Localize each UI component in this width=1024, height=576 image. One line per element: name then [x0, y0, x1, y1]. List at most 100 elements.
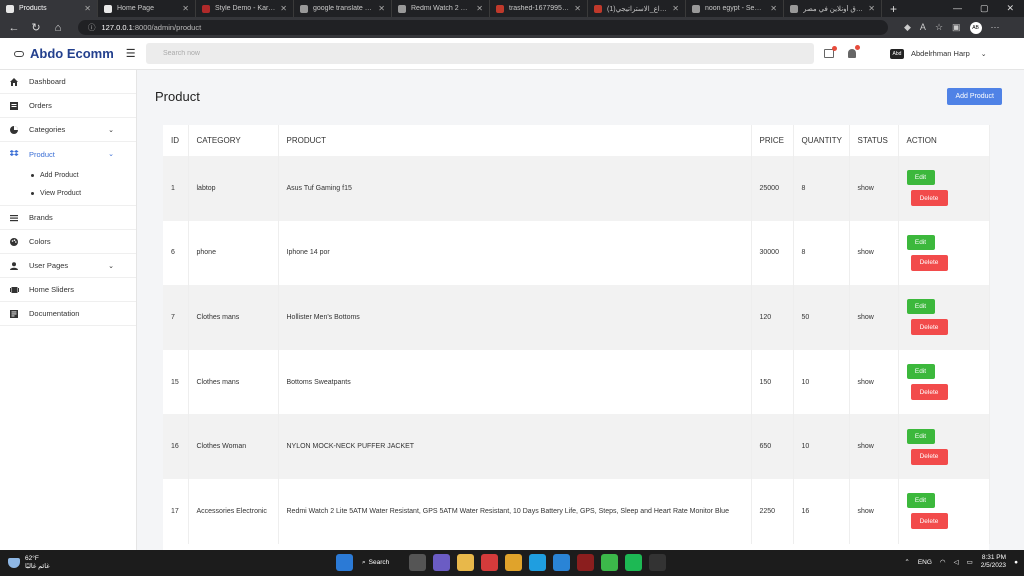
date: 2/5/2023: [980, 562, 1007, 569]
whatsapp-icon[interactable]: [601, 554, 618, 571]
bell-icon[interactable]: [848, 45, 860, 58]
file-explorer-icon[interactable]: [457, 554, 474, 571]
user-menu[interactable]: Abd Abdelrhman Harp ⌄: [890, 48, 987, 59]
spotify-icon[interactable]: [625, 554, 642, 571]
minimize-icon[interactable]: —: [953, 3, 962, 14]
extension-icon[interactable]: ◆: [904, 22, 911, 34]
notifications-icon[interactable]: ●: [1014, 559, 1018, 566]
sidebar-item-documentation[interactable]: Documentation: [0, 302, 136, 326]
browser-tab[interactable]: الخداع_الاستراتيجي(1).pdf ✕: [588, 0, 686, 17]
header-price[interactable]: PRICE: [751, 125, 794, 156]
delete-button[interactable]: Delete: [910, 513, 948, 530]
vscode-icon[interactable]: [553, 554, 570, 571]
sidebar-item-product[interactable]: Product ⌄: [0, 142, 136, 166]
weather-widget[interactable]: 62°F غائم غالبًا: [0, 555, 50, 571]
profile-icon[interactable]: AB: [969, 21, 982, 34]
close-tab-icon[interactable]: ✕: [672, 4, 679, 13]
browser-tab[interactable]: google translate - Search ✕: [294, 0, 392, 17]
terminal-icon[interactable]: [649, 554, 666, 571]
cell-price: 2250: [751, 478, 794, 544]
new-tab-icon[interactable]: +: [882, 2, 905, 16]
delete-button[interactable]: Delete: [910, 384, 948, 401]
sidebar-subitem-add-product[interactable]: Add Product: [0, 166, 136, 184]
menu-icon[interactable]: ⋯: [991, 22, 1000, 34]
browser-tab[interactable]: trashed-1677995930- ✕: [490, 0, 588, 17]
browser-tab[interactable]: Redmi Watch 2 Lite 5A ✕: [392, 0, 490, 17]
edit-button[interactable]: Edit: [906, 170, 935, 186]
sidebar-item-orders[interactable]: Orders: [0, 94, 136, 118]
home-icon[interactable]: ⌂: [52, 22, 64, 34]
windows-start-icon[interactable]: [336, 554, 353, 571]
edit-button[interactable]: Edit: [906, 299, 935, 315]
browser-tab[interactable]: noon egypt - Search ✕: [686, 0, 784, 17]
collections-icon[interactable]: ▣: [952, 22, 961, 34]
delete-button[interactable]: Delete: [910, 319, 948, 336]
close-tab-icon[interactable]: ✕: [476, 4, 483, 13]
header-quantity[interactable]: QUANTITY: [793, 125, 850, 156]
header-id[interactable]: ID: [163, 125, 189, 156]
language[interactable]: ENG: [918, 559, 932, 566]
browser-tab[interactable]: Products ✕: [0, 0, 98, 17]
favorite-icon[interactable]: ☆: [935, 22, 943, 34]
taskbar-search[interactable]: ⌕ Search: [360, 554, 402, 571]
edit-button[interactable]: Edit: [906, 234, 935, 250]
delete-button[interactable]: Delete: [910, 448, 948, 465]
chrome-icon[interactable]: [505, 554, 522, 571]
browser-tab[interactable]: Home Page ✕: [98, 0, 196, 17]
edit-button[interactable]: Edit: [906, 493, 935, 509]
url-input[interactable]: ⓘ 127.0.0.1:8000/admin/product: [78, 20, 888, 35]
app-icon-2[interactable]: [577, 554, 594, 571]
reload-icon[interactable]: ↻: [30, 21, 42, 34]
wifi-icon[interactable]: ◠: [940, 558, 946, 566]
cell-status: show: [849, 156, 899, 221]
close-tab-icon[interactable]: ✕: [770, 4, 777, 13]
tab-title: Redmi Watch 2 Lite 5A: [411, 5, 472, 12]
sidebar-item-categories[interactable]: Categories ⌄: [0, 118, 136, 142]
chevron-up-icon[interactable]: ⌃: [904, 558, 909, 566]
cell-product: Hollister Men's Bottoms: [278, 285, 752, 350]
back-icon[interactable]: ←: [8, 22, 20, 34]
header-status[interactable]: STATUS: [849, 125, 899, 156]
messages-icon[interactable]: [824, 46, 837, 58]
close-window-icon[interactable]: ✕: [1006, 3, 1014, 14]
close-tab-icon[interactable]: ✕: [182, 4, 189, 13]
sidebar-item-user-pages[interactable]: User Pages ⌄: [0, 254, 136, 278]
sidebar-item-brands[interactable]: Brands: [0, 206, 136, 230]
close-tab-icon[interactable]: ✕: [280, 4, 287, 13]
close-tab-icon[interactable]: ✕: [84, 4, 91, 13]
pie-chart-icon: [10, 125, 18, 134]
translate-icon[interactable]: A: [920, 22, 926, 34]
edit-button[interactable]: Edit: [906, 364, 935, 380]
browser-tab[interactable]: التسوق أونلاين في مصر ✕: [784, 0, 882, 17]
browser-tab[interactable]: Style Demo - Kards ✕: [196, 0, 294, 17]
hamburger-icon[interactable]: ☰: [126, 47, 136, 60]
volume-icon[interactable]: ◁: [954, 558, 959, 566]
sidebar-subitem-view-product[interactable]: View Product: [0, 184, 136, 202]
sidebar-item-label: Dashboard: [29, 77, 66, 86]
add-product-button[interactable]: Add Product: [947, 87, 1002, 105]
task-view-icon[interactable]: [409, 554, 426, 571]
delete-button[interactable]: Delete: [910, 254, 948, 271]
header-category[interactable]: CATEGORY: [188, 125, 279, 156]
maximize-icon[interactable]: ▢: [980, 3, 989, 14]
close-tab-icon[interactable]: ✕: [574, 4, 581, 13]
sidebar-item-dashboard[interactable]: Dashboard: [0, 70, 136, 94]
sidebar-item-home-sliders[interactable]: Home Sliders: [0, 278, 136, 302]
clock[interactable]: 8:31 PM 2/5/2023: [981, 554, 1006, 570]
close-tab-icon[interactable]: ✕: [378, 4, 385, 13]
search-input[interactable]: [146, 43, 814, 64]
header-product[interactable]: PRODUCT: [278, 125, 752, 156]
brand[interactable]: Abdo Ecomm ☰: [0, 46, 137, 61]
table-row: 7 Clothes mans Hollister Men's Bottoms 120 5…: [163, 285, 990, 350]
sidebar-item-colors[interactable]: Colors: [0, 230, 136, 254]
teams-icon[interactable]: [433, 554, 450, 571]
close-tab-icon[interactable]: ✕: [868, 4, 875, 13]
delete-button[interactable]: Delete: [910, 190, 948, 207]
home-icon: [10, 77, 18, 86]
cell-status: show: [849, 285, 899, 350]
edit-button[interactable]: Edit: [906, 428, 935, 444]
app-icon[interactable]: [481, 554, 498, 571]
weather-text: غائم غالبًا: [25, 563, 50, 570]
battery-icon[interactable]: ▭: [967, 558, 973, 566]
edge-icon[interactable]: [529, 554, 546, 571]
